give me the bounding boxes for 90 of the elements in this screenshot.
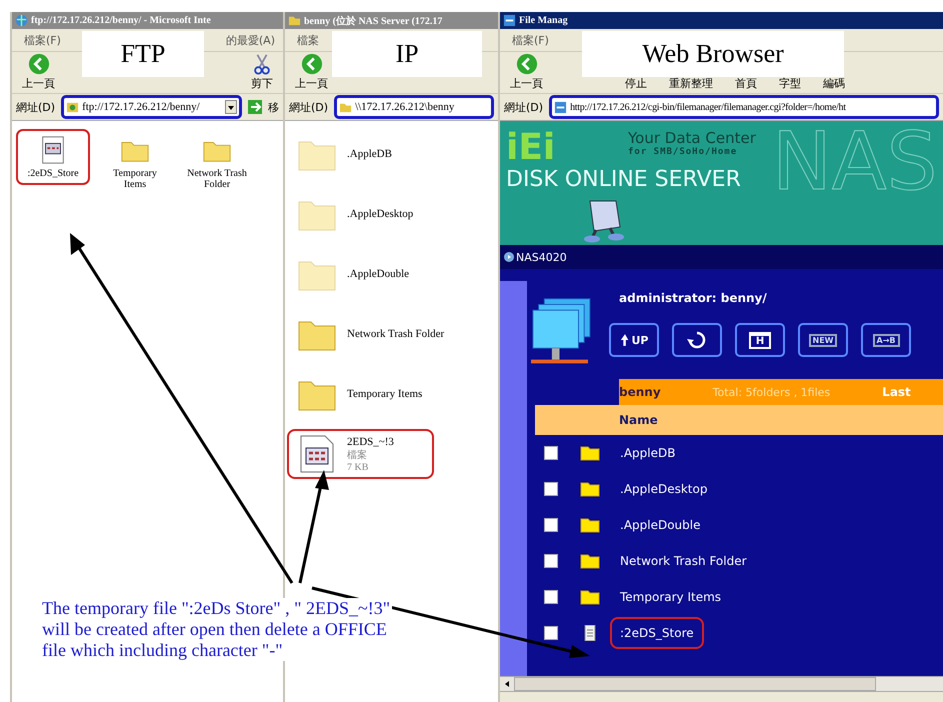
row-checkbox[interactable]: [544, 590, 558, 604]
annotation-label: Web Browser: [582, 31, 844, 77]
menu-item[interactable]: 檔案(F): [20, 32, 65, 48]
file-name[interactable]: .AppleDB: [610, 437, 686, 469]
file-name: Network Trash Folder: [186, 168, 248, 190]
file-item[interactable]: .AppleDesktop: [287, 189, 454, 239]
tool-button[interactable]: H: [735, 323, 785, 357]
dropdown-icon[interactable]: [225, 100, 237, 114]
up-arrow-icon: [620, 333, 630, 347]
window-title: File Manag: [519, 15, 568, 26]
row-checkbox[interactable]: [544, 554, 558, 568]
subtitle: for SMB/SoHo/Home: [628, 147, 738, 157]
window-title: benny (位於 NAS Server (172.17: [304, 14, 442, 28]
scissors-icon[interactable]: [251, 53, 273, 75]
file-type: 檔案: [347, 448, 368, 462]
annotation-caption: The temporary file ":2eDs Store" , " 2EDS_~!3" will be created after open then delete a OFFICE file which including character "-": [42, 598, 392, 661]
logo: iEi: [506, 127, 556, 168]
folder-icon: [580, 481, 600, 497]
folder-path: administrator: benny/: [618, 291, 768, 305]
row-checkbox[interactable]: [544, 482, 558, 496]
toolbar-button[interactable]: 上一頁: [510, 76, 543, 91]
folder-icon: [580, 553, 600, 569]
tool-button[interactable]: NEW: [798, 323, 848, 357]
tool-button[interactable]: [672, 323, 722, 357]
column-header: Last: [882, 385, 911, 399]
ftp-folder-icon: [66, 100, 80, 114]
file-name: .AppleDB: [347, 148, 392, 160]
toolbar-button[interactable]: 停止: [625, 76, 647, 91]
toolbar-button[interactable]: 首頁: [735, 76, 757, 91]
window-title: ftp://172.17.26.212/benny/ - Microsoft Inte: [31, 15, 211, 26]
toolbar-button[interactable]: 重新整理: [669, 76, 713, 91]
row-checkbox[interactable]: [544, 626, 558, 640]
file-size: 7 KB: [347, 462, 370, 472]
tool-button[interactable]: A→B: [861, 323, 911, 357]
horizontal-scrollbar[interactable]: [500, 676, 943, 691]
file-item[interactable]: Network Trash Folder: [180, 129, 254, 196]
go-arrow-icon[interactable]: [248, 100, 262, 114]
folder-name: benny: [619, 385, 661, 399]
address-label: 網址(D): [504, 100, 544, 114]
toolbar-button[interactable]: 上一頁: [22, 76, 55, 91]
file-name: Temporary Items: [112, 168, 158, 190]
annotation-label: IP: [332, 31, 482, 77]
menu-item[interactable]: 檔案(F): [508, 32, 553, 48]
folder-icon: [580, 445, 600, 461]
folder-total: Total: 5folders , 1files: [712, 386, 830, 398]
toolbar-button[interactable]: 剪下: [251, 76, 273, 91]
file-item[interactable]: Temporary Items: [98, 129, 172, 196]
file-item[interactable]: .AppleDB: [287, 129, 432, 179]
product-name: DISK ONLINE SERVER: [506, 167, 741, 192]
model-name: NAS4020: [516, 250, 567, 264]
file-name: :2eDS_Store: [27, 168, 79, 179]
toolbar-button[interactable]: 字型: [779, 76, 801, 91]
address-label: 網址(D): [16, 100, 56, 114]
file-item[interactable]: 2EDS_~!3 檔案 7 KB: [287, 429, 434, 479]
tool-button[interactable]: UP: [609, 323, 659, 357]
address-field[interactable]: http://172.17.26.212/cgi-bin/filemanager/filemanager.cgi?folder=/home/ht: [549, 95, 939, 119]
file-name: .AppleDouble: [347, 268, 410, 280]
address-label: 網址(D): [289, 100, 328, 114]
file-item[interactable]: :2eDS_Store: [16, 129, 90, 185]
file-name: .AppleDesktop: [347, 208, 414, 220]
row-checkbox[interactable]: [544, 518, 558, 532]
file-name[interactable]: .AppleDouble: [610, 509, 710, 541]
toolbar-button[interactable]: 上一頁: [295, 76, 328, 91]
file-item[interactable]: Temporary Items: [287, 369, 462, 419]
file-name: Network Trash Folder: [347, 328, 444, 340]
go-label[interactable]: 移: [268, 100, 279, 114]
file-name: Temporary Items: [347, 388, 422, 400]
address-field[interactable]: \\172.17.26.212\benny: [334, 95, 494, 119]
file-item[interactable]: .AppleDouble: [287, 249, 450, 299]
file-name[interactable]: Temporary Items: [610, 581, 732, 613]
tagline: Your Data Center: [628, 129, 756, 147]
globe-icon: [15, 14, 28, 27]
address-field[interactable]: ftp://172.17.26.212/benny/: [61, 95, 242, 119]
annotation-label: FTP: [82, 31, 204, 77]
file-name[interactable]: :2eDS_Store: [610, 617, 704, 649]
toolbar-button[interactable]: 編碼: [823, 76, 845, 91]
folder-icon: [288, 14, 301, 27]
file-name: 2EDS_~!3: [347, 436, 394, 448]
file-item[interactable]: Network Trash Folder: [287, 309, 484, 359]
column-header[interactable]: Name: [619, 413, 658, 427]
play-icon: [504, 252, 514, 262]
file-name[interactable]: Network Trash Folder: [610, 545, 757, 577]
folder-icon: [580, 517, 600, 533]
menu-item[interactable]: 的最愛(A): [222, 32, 275, 48]
banner-mark: NAS: [772, 121, 938, 208]
menu-item[interactable]: 檔案: [293, 32, 323, 48]
row-checkbox[interactable]: [544, 446, 558, 460]
file-name[interactable]: .AppleDesktop: [610, 473, 718, 505]
refresh-icon: [687, 330, 707, 350]
folder-icon: [580, 589, 600, 605]
